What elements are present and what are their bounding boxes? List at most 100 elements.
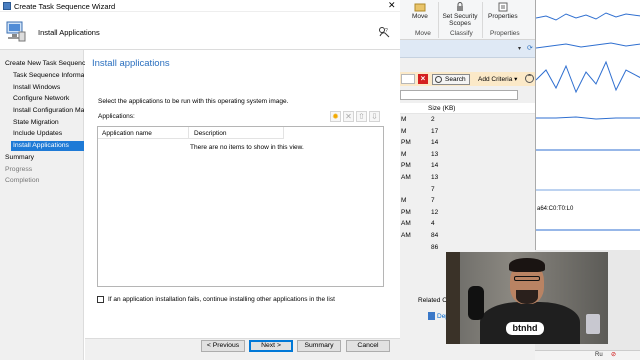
column-application-name[interactable]: Application name	[102, 130, 152, 137]
list-item-size: 2	[431, 116, 435, 123]
wizard-header-title: Install Applications	[38, 28, 100, 37]
list-item-size: 14	[431, 139, 439, 147]
list-item-time: PM	[401, 208, 411, 216]
presenter-hair	[509, 258, 545, 272]
wizard-step-configure-network[interactable]: Configure Network	[13, 95, 84, 102]
list-item-size: 13	[431, 173, 439, 181]
empty-grid-message: There are no items to show in this view.	[190, 144, 304, 151]
instruction-text: Select the applications to be run with t…	[98, 98, 289, 105]
disk-id-label: a64:C0:T0:L0	[537, 206, 574, 212]
ribbon-group-classify: Classify	[450, 30, 473, 37]
collapse-icon[interactable]: ⌃	[525, 74, 534, 83]
chevron-down-icon[interactable]: ▾	[518, 45, 521, 52]
wizard-step-include-updates[interactable]: Include Updates	[13, 130, 84, 137]
list-item-time: AM	[401, 231, 411, 239]
search-input[interactable]	[401, 74, 415, 84]
wizard-step-create-new-task-sequence[interactable]: Create New Task Sequence	[5, 60, 89, 67]
webcam-overlay: btnhd	[446, 252, 608, 344]
list-item-time: PM	[401, 139, 411, 147]
list-item-time: M	[401, 150, 407, 158]
properties-button[interactable]: Properties	[488, 2, 518, 20]
next-button[interactable]: Next >	[249, 340, 293, 352]
page-title: Install applications	[92, 58, 170, 69]
column-description[interactable]: Description	[194, 130, 227, 137]
list-item[interactable]: 7	[400, 186, 535, 198]
previous-button[interactable]: < Previous	[201, 340, 245, 352]
list-item-size: 12	[431, 208, 439, 216]
continue-on-failure-label: If an application installation fails, co…	[108, 296, 335, 303]
add-criteria-label: Add Criteria	[478, 76, 513, 83]
move-down-icon[interactable]: ⇩	[369, 111, 380, 122]
move-up-icon[interactable]: ⇧	[356, 111, 367, 122]
list-item-time: PM	[401, 162, 411, 170]
set-security-scopes-button[interactable]: Set Security Scopes	[442, 2, 478, 27]
presenter-beard	[516, 290, 538, 304]
wizard-step-install-applications[interactable]: Install Applications	[11, 141, 84, 151]
continue-on-failure-checkbox[interactable]	[97, 296, 104, 303]
lock-icon	[457, 2, 463, 11]
status-text: Ru	[595, 352, 603, 358]
search-button-label: Search	[445, 76, 466, 83]
navigation-bar: ▾ ⟳	[400, 40, 535, 58]
list-item[interactable]: M 17	[400, 128, 535, 140]
btnhd-logo: btnhd	[506, 322, 544, 335]
list-item[interactable]: AM 84	[400, 232, 535, 244]
microphone	[468, 286, 484, 320]
related-objects-label: Related O	[418, 297, 448, 304]
wizard-step-progress[interactable]: Progress	[5, 166, 32, 173]
size-column-header[interactable]: Size (KB)	[428, 105, 455, 112]
presenter-glasses	[514, 276, 540, 281]
delete-icon[interactable]: ✕	[343, 111, 354, 122]
list-item[interactable]: AM 4	[400, 220, 535, 232]
app-icon	[3, 2, 11, 10]
list-item-size: 13	[431, 150, 439, 158]
properties-label: Properties	[488, 13, 518, 20]
ribbon-group-move: Move	[415, 30, 431, 37]
list-item[interactable]: M2	[400, 116, 535, 128]
applications-label: Applications:	[98, 113, 135, 120]
wizard-step-completion[interactable]: Completion	[5, 177, 39, 184]
list-item-size: 7	[431, 197, 435, 205]
ribbon-separator	[438, 2, 439, 38]
applications-grid[interactable]: Application name Description There are n…	[97, 126, 384, 287]
list-header: Size (KB)	[400, 103, 535, 114]
wizard-step-install-windows[interactable]: Install Windows	[13, 84, 84, 91]
console-list: M 2 M 17 PM 14 M 13 PM 14 AM 13 7 M 7 PM 12 AM 4 AM 84 86	[400, 116, 535, 255]
list-item-time: M	[401, 116, 407, 123]
properties-icon	[498, 2, 508, 12]
wizard-step-state-migration[interactable]: State Migration	[13, 119, 84, 126]
list-item-size: 86	[431, 243, 439, 251]
add-criteria-link[interactable]: Add Criteria ▾	[478, 75, 517, 83]
list-item[interactable]: PM 12	[400, 209, 535, 221]
cancel-button[interactable]: Cancel	[346, 340, 390, 352]
list-item[interactable]: PM 14	[400, 139, 535, 151]
list-item[interactable]: AM 13	[400, 174, 535, 186]
ribbon-separator	[482, 2, 483, 38]
wizard-step-summary[interactable]: Summary	[5, 154, 34, 161]
move-icon	[414, 3, 426, 12]
window-title: Create Task Sequence Wizard	[14, 2, 116, 11]
list-item-time: M	[401, 127, 407, 135]
list-item-size: 17	[431, 127, 439, 135]
list-item-time: AM	[401, 220, 411, 228]
wizard-header: Install Applications ?	[0, 12, 400, 50]
add-icon[interactable]: ✹	[330, 111, 341, 122]
list-item[interactable]: M7	[400, 197, 535, 209]
wizard-step-install-configuration-mar[interactable]: Install Configuration Mar	[13, 107, 84, 114]
search-icon	[435, 76, 442, 83]
summary-button[interactable]: Summary	[297, 340, 341, 352]
list-item[interactable]: PM 14	[400, 162, 535, 174]
mug	[586, 314, 600, 334]
set-security-scopes-label: Set Security Scopes	[442, 13, 478, 27]
list-item[interactable]: M 13	[400, 151, 535, 163]
search-button[interactable]: Search	[432, 74, 470, 85]
move-button[interactable]: Move	[412, 2, 428, 20]
help-icon[interactable]: ?	[378, 26, 390, 38]
block-icon[interactable]: ⊘	[611, 351, 616, 358]
performance-monitor	[535, 0, 640, 250]
clear-search-icon[interactable]: ×	[418, 74, 428, 84]
wizard-step-task-sequence-informati[interactable]: Task Sequence Informati	[13, 72, 84, 79]
close-icon[interactable]: ✕	[388, 0, 396, 11]
refresh-icon[interactable]: ⟳	[527, 44, 533, 52]
criteria-input[interactable]	[400, 90, 518, 100]
